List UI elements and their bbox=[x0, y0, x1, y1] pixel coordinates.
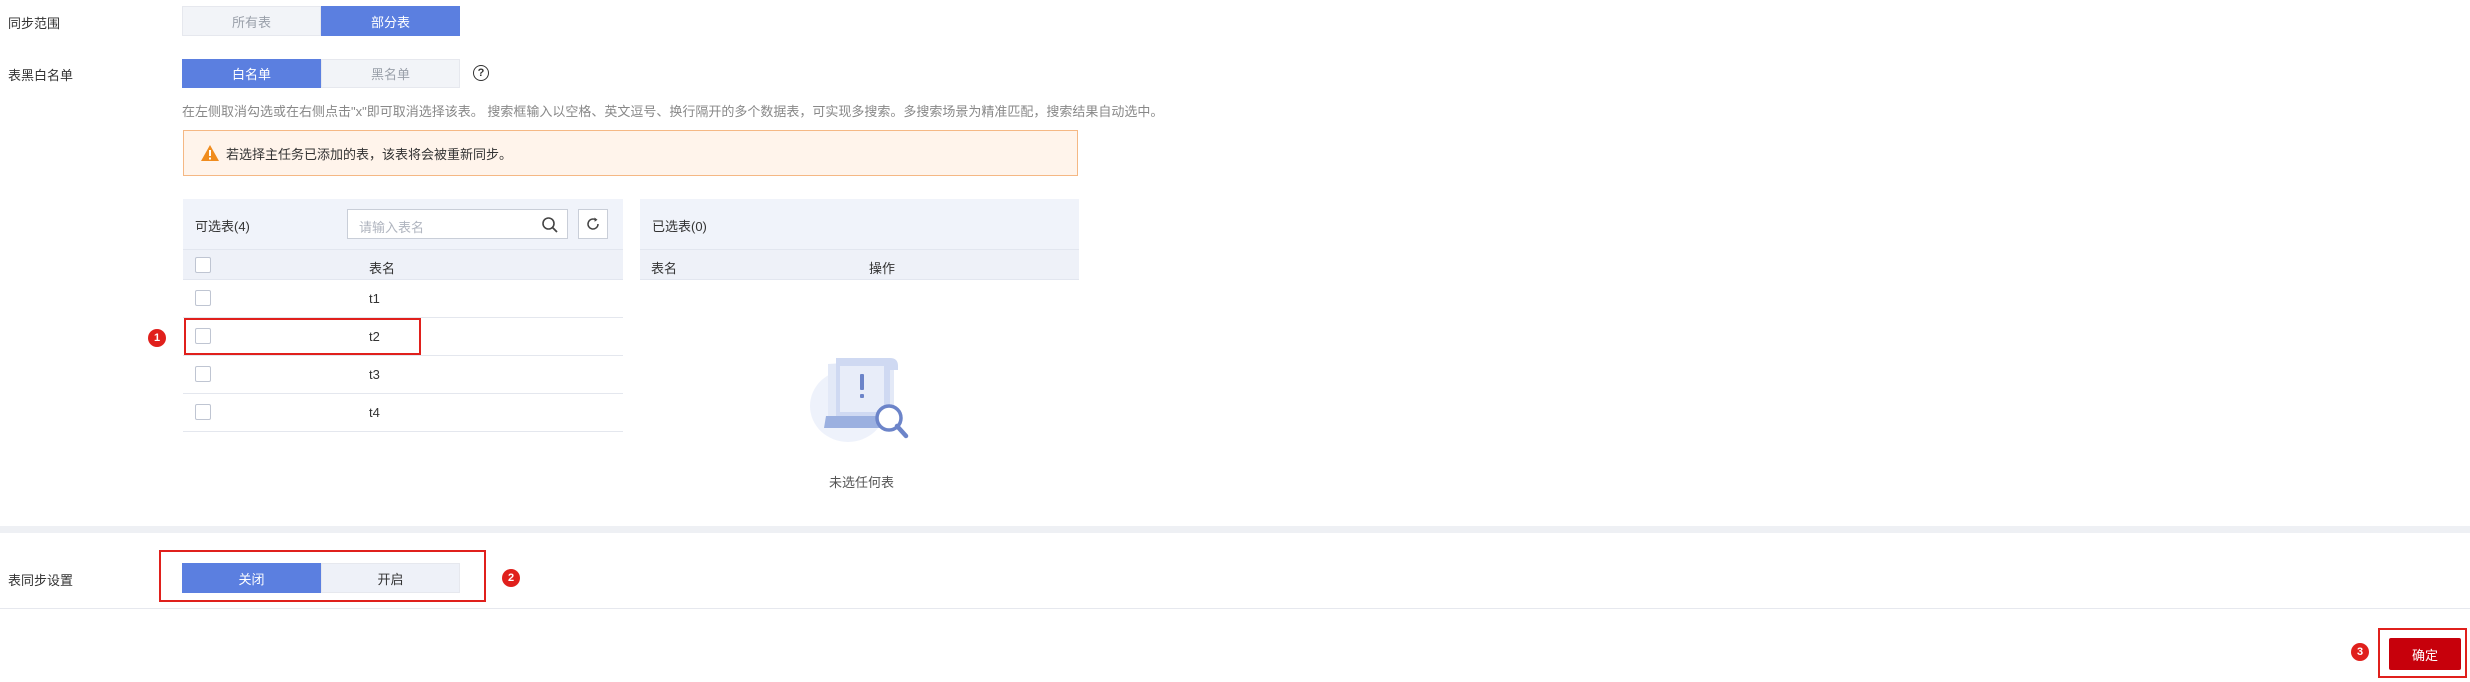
selected-panel-title: 已选表(0) bbox=[652, 219, 707, 234]
row-checkbox[interactable] bbox=[195, 404, 211, 420]
table-search-input[interactable]: 请输入表名 bbox=[347, 209, 568, 239]
sync-scope-all-option[interactable]: 所有表 bbox=[182, 6, 321, 36]
warning-banner: 若选择主任务已添加的表，该表将会被重新同步。 bbox=[183, 130, 1078, 176]
whitelist-option[interactable]: 白名单 bbox=[182, 59, 321, 88]
section-divider bbox=[0, 526, 2470, 533]
table-sync-label: 表同步设置 bbox=[8, 573, 74, 588]
empty-state-illustration bbox=[810, 358, 909, 442]
annotation-marker-2: 2 bbox=[502, 569, 520, 587]
row-checkbox[interactable] bbox=[195, 366, 211, 382]
sync-scope-partial-option[interactable]: 部分表 bbox=[321, 6, 460, 36]
selected-column-header: 表名 操作 bbox=[640, 249, 1079, 280]
table-list-hint: 在左侧取消勾选或在右侧点击"x"即可取消选择该表。 搜索框输入以空格、英文逗号、… bbox=[182, 104, 1164, 119]
select-all-checkbox[interactable] bbox=[195, 257, 211, 273]
annotation-box-2 bbox=[159, 550, 486, 602]
selected-column-action: 操作 bbox=[869, 261, 896, 276]
table-row-name: t4 bbox=[369, 405, 380, 420]
annotation-box-3 bbox=[2378, 628, 2467, 678]
table-row[interactable]: t3 bbox=[183, 356, 623, 394]
question-circle-icon[interactable]: ? bbox=[473, 65, 489, 81]
annotation-marker-3: 3 bbox=[2351, 643, 2369, 661]
refresh-icon bbox=[587, 217, 599, 230]
table-list-segmented: 白名单 黑名单 bbox=[182, 59, 460, 88]
available-column-name: 表名 bbox=[369, 261, 396, 276]
warning-text: 若选择主任务已添加的表，该表将会被重新同步。 bbox=[226, 146, 513, 162]
selected-column-name: 表名 bbox=[651, 261, 678, 276]
footer-divider bbox=[0, 608, 2470, 609]
available-panel-title: 可选表(4) bbox=[195, 219, 250, 234]
warning-triangle-icon bbox=[201, 145, 219, 161]
sync-scope-label: 同步范围 bbox=[8, 16, 61, 31]
table-row[interactable]: t1 bbox=[183, 280, 623, 318]
table-row[interactable]: t4 bbox=[183, 394, 623, 432]
table-row-name: t1 bbox=[369, 291, 380, 306]
selected-panel-header: 已选表(0) bbox=[640, 199, 1079, 249]
search-icon[interactable] bbox=[541, 216, 559, 234]
refresh-button[interactable] bbox=[578, 209, 608, 239]
annotation-marker-1: 1 bbox=[148, 329, 166, 347]
row-checkbox[interactable] bbox=[195, 290, 211, 306]
search-placeholder: 请输入表名 bbox=[359, 220, 425, 235]
sync-scope-segmented: 所有表 部分表 bbox=[182, 6, 460, 36]
available-column-header: 表名 bbox=[183, 249, 623, 280]
blacklist-option[interactable]: 黑名单 bbox=[321, 59, 460, 88]
table-row-name: t3 bbox=[369, 367, 380, 382]
empty-state-text: 未选任何表 bbox=[829, 475, 895, 490]
annotation-box-1 bbox=[184, 318, 421, 355]
table-list-label: 表黑白名单 bbox=[8, 68, 74, 83]
